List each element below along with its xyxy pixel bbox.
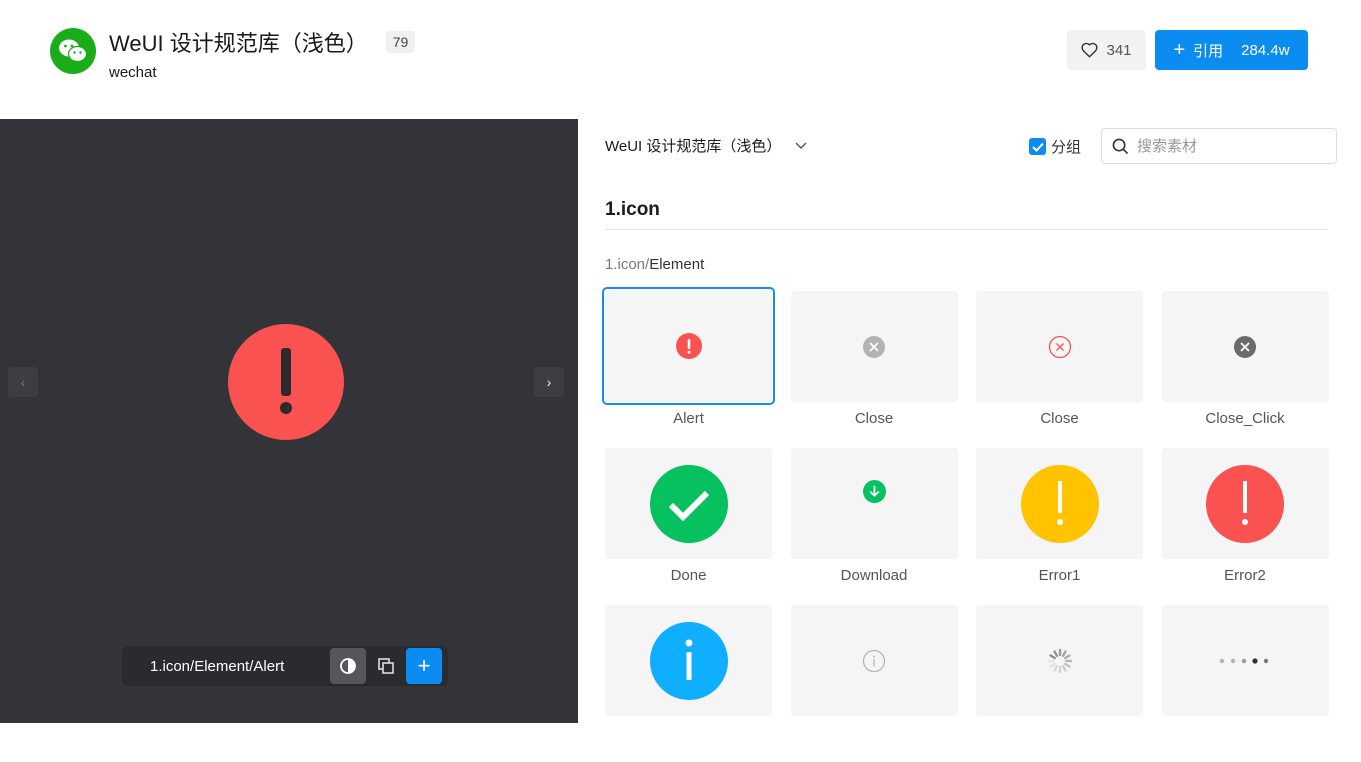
library-title: WeUI 设计规范库（浅色） 79 — [109, 26, 416, 58]
asset-item[interactable]: Alert — [602, 287, 775, 448]
dots-icon — [1219, 657, 1269, 664]
header: WeUI 设计规范库（浅色） 79 wechat 341 + 引用 284.4w — [0, 0, 1361, 119]
asset-label: Close — [854, 410, 894, 427]
asset-thumbnail[interactable] — [605, 448, 772, 559]
like-count: 341 — [1106, 41, 1132, 59]
plus-icon: + — [417, 653, 431, 678]
library-title-text: WeUI 设计规范库（浅色） — [109, 31, 368, 56]
preview-path: 1.icon/Element/Alert — [150, 657, 285, 675]
like-button[interactable]: 341 — [1067, 30, 1146, 70]
asset-label: Done — [670, 567, 707, 584]
asset-thumbnail[interactable] — [790, 605, 958, 716]
asset-thumbnail[interactable] — [602, 287, 775, 405]
done-icon — [649, 464, 728, 543]
plus-icon: + — [1173, 39, 1186, 61]
close-gray-icon — [863, 335, 885, 358]
add-button[interactable]: + — [406, 648, 442, 684]
breadcrumb: 1.icon/Element — [605, 256, 704, 273]
prev-arrow-button[interactable]: ‹ — [8, 367, 38, 397]
asset-thumbnail[interactable] — [605, 605, 772, 716]
asset-grid: Alert Close Close Close_Click Done Downl… — [602, 287, 1330, 762]
asset-item[interactable]: Error1 — [976, 448, 1143, 605]
asset-item[interactable]: Done — [605, 448, 772, 605]
asset-thumbnail[interactable] — [1161, 448, 1329, 559]
preview-toolbar: 1.icon/Element/Alert + — [122, 646, 448, 686]
contrast-toggle-button[interactable] — [330, 648, 366, 684]
library-owner[interactable]: wechat — [109, 64, 415, 81]
library-select[interactable]: WeUI 设计规范库（浅色） — [605, 135, 807, 156]
copy-icon — [378, 658, 394, 674]
search-icon — [1112, 138, 1129, 154]
info-blue-icon — [649, 621, 728, 700]
asset-thumbnail[interactable] — [1161, 291, 1329, 402]
chevron-down-icon — [795, 142, 807, 149]
asset-label: Close_Click — [1205, 410, 1285, 427]
divider — [605, 229, 1328, 230]
checkbox-checked-icon — [1029, 138, 1046, 155]
asset-item[interactable]: Close_Click — [1161, 291, 1329, 448]
close-dark-icon — [1234, 335, 1256, 358]
error-red-icon — [1206, 464, 1284, 543]
loading-icon — [1047, 648, 1072, 673]
asset-item[interactable]: Close — [976, 291, 1143, 448]
asset-item[interactable] — [1161, 605, 1329, 762]
search-input[interactable] — [1137, 137, 1317, 155]
asset-thumbnail[interactable] — [976, 448, 1143, 559]
alert-preview-icon — [228, 324, 344, 440]
asset-thumbnail[interactable] — [976, 605, 1143, 716]
asset-thumbnail[interactable] — [790, 291, 958, 402]
wechat-logo-icon — [50, 28, 96, 74]
cite-label: 引用 — [1193, 42, 1224, 60]
close-red-outline-icon — [1048, 335, 1071, 358]
asset-item[interactable]: Close — [790, 291, 958, 448]
contrast-icon — [340, 658, 356, 674]
asset-label: Download — [840, 567, 908, 584]
chevron-left-icon: ‹ — [20, 374, 26, 390]
count-badge: 79 — [385, 31, 416, 53]
cite-count: 284.4w — [1241, 41, 1290, 59]
asset-item[interactable] — [605, 605, 772, 762]
asset-label: Error1 — [1038, 567, 1081, 584]
asset-item[interactable] — [976, 605, 1143, 762]
chevron-right-icon: › — [546, 374, 552, 390]
asset-thumbnail[interactable] — [976, 291, 1143, 402]
group-label: 分组 — [1051, 139, 1082, 156]
asset-item[interactable]: Download — [790, 448, 958, 605]
alert-icon — [675, 333, 702, 359]
breadcrumb-parent[interactable]: 1.icon/ — [605, 256, 649, 273]
asset-thumbnail[interactable] — [790, 448, 958, 559]
asset-item[interactable]: Error2 — [1161, 448, 1329, 605]
preview-area: ‹ › 1.icon/Element/Alert + — [0, 119, 578, 723]
heart-icon — [1081, 42, 1099, 58]
library-title-block: WeUI 设计规范库（浅色） 79 wechat — [109, 26, 416, 81]
asset-item[interactable] — [790, 605, 958, 762]
asset-label: Close — [1040, 410, 1079, 427]
cite-button[interactable]: + 引用 284.4w — [1155, 30, 1308, 70]
asset-panel: WeUI 设计规范库（浅色） 分组 1.icon 1.icon/Element — [578, 119, 1361, 723]
asset-label: Alert — [673, 410, 704, 427]
info-outline-icon — [862, 649, 886, 672]
asset-label: Error2 — [1224, 567, 1266, 584]
section-title: 1.icon — [605, 199, 660, 220]
asset-thumbnail[interactable] — [1161, 605, 1329, 716]
download-icon — [862, 480, 886, 503]
copy-button[interactable] — [368, 648, 404, 684]
next-arrow-button[interactable]: › — [534, 367, 564, 397]
search-box — [1101, 128, 1337, 164]
group-checkbox[interactable]: 分组 — [1029, 136, 1081, 157]
library-select-value: WeUI 设计规范库（浅色） — [605, 138, 782, 155]
error-yellow-icon — [1020, 464, 1099, 543]
breadcrumb-current: Element — [649, 256, 705, 273]
